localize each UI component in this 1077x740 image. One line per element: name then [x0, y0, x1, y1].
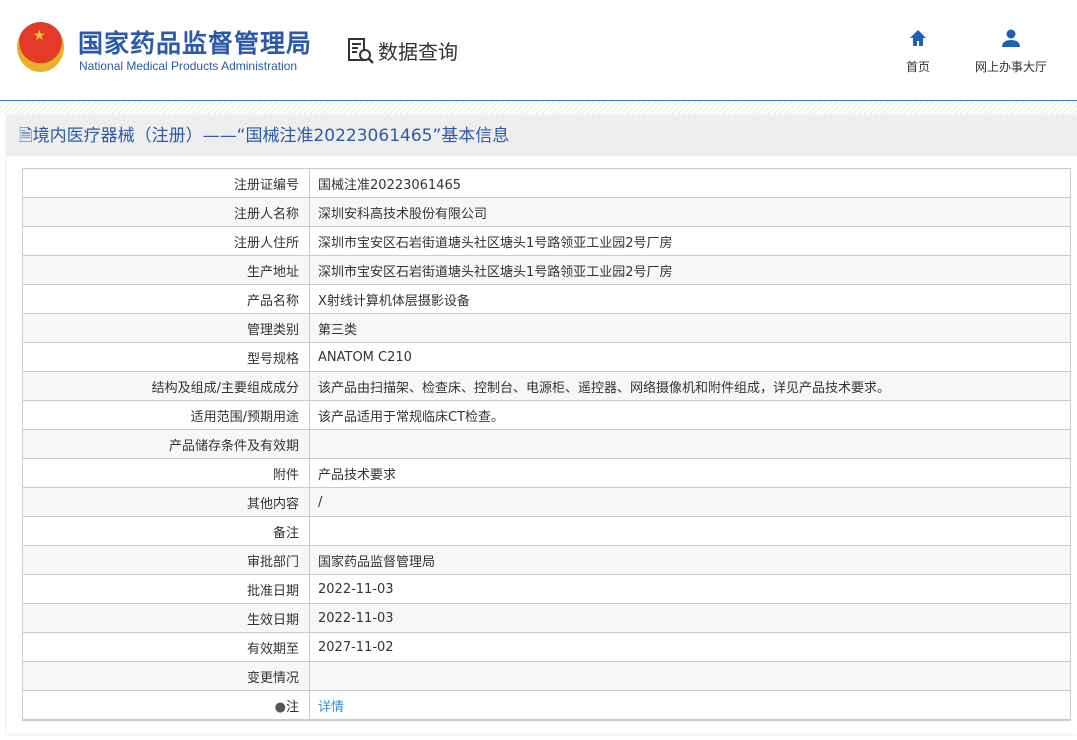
- row-value: X射线计算机体层摄影设备: [309, 284, 1071, 314]
- table-row: 附件 产品技术要求: [22, 458, 1071, 488]
- table-row: 生产地址 深圳市宝安区石岩街道塘头社区塘头1号路领亚工业园2号厂房: [22, 255, 1071, 285]
- data-query-heading: 数据查询: [347, 36, 458, 65]
- row-label: 注册人名称: [22, 197, 310, 227]
- note-label: 注: [285, 699, 299, 715]
- row-value: 2027-11-02: [309, 632, 1071, 662]
- document-icon: 🗎: [19, 126, 33, 146]
- nav-online-hall-label: 网上办事大厅: [975, 60, 1048, 74]
- row-value: 深圳市宝安区石岩街道塘头社区塘头1号路领亚工业园2号厂房: [309, 255, 1071, 285]
- divider-stripe: [0, 101, 1077, 115]
- table-row: 结构及组成/主要组成成分 该产品由扫描架、检查床、控制台、电源柜、遥控器、网络摄像…: [22, 371, 1071, 401]
- row-value: 深圳市宝安区石岩街道塘头社区塘头1号路领亚工业园2号厂房: [309, 226, 1071, 256]
- row-label: 注册证编号: [22, 168, 310, 198]
- row-value: [309, 661, 1071, 691]
- table-row: 型号规格 ANATOM C210: [22, 342, 1071, 372]
- national-emblem-logo: [17, 22, 64, 72]
- row-value: 该产品适用于常规临床CT检查。: [309, 400, 1071, 430]
- page-title: 🗎境内医疗器械（注册）——“国械注准20223061465”基本信息: [7, 116, 1077, 156]
- table-row: 审批部门 国家药品监督管理局: [22, 545, 1071, 575]
- page-title-text: 境内医疗器械（注册）——“国械注准20223061465”基本信息: [32, 126, 510, 146]
- row-label: 型号规格: [22, 342, 310, 372]
- home-icon: [910, 30, 926, 46]
- table-row: 其他内容 /: [22, 487, 1071, 517]
- org-name-en: National Medical Products Administration: [79, 59, 298, 73]
- details-link[interactable]: 详情: [318, 700, 344, 715]
- row-value: 国械注准20223061465: [309, 168, 1071, 198]
- row-label: 其他内容: [22, 487, 310, 517]
- row-label: ●注: [22, 690, 310, 721]
- row-label: 生效日期: [22, 603, 310, 633]
- org-name-cn: 国家药品监督管理局: [78, 29, 313, 58]
- detail-card: 🗎境内医疗器械（注册）——“国械注准20223061465”基本信息 注册证编号…: [7, 116, 1077, 734]
- row-value: 2022-11-03: [309, 574, 1071, 604]
- table-row: 备注: [22, 516, 1071, 546]
- row-label: 产品名称: [22, 284, 310, 314]
- row-value: 该产品由扫描架、检查床、控制台、电源柜、遥控器、网络摄像机和附件组成，详见产品技…: [309, 371, 1071, 401]
- nav-online-hall[interactable]: 网上办事大厅: [975, 28, 1047, 75]
- row-value: 深圳安科高技术股份有限公司: [309, 197, 1071, 227]
- table-row: 批准日期 2022-11-03: [22, 574, 1071, 604]
- row-value: /: [309, 487, 1071, 517]
- row-label: 备注: [22, 516, 310, 546]
- table-row: 适用范围/预期用途 该产品适用于常规临床CT检查。: [22, 400, 1071, 430]
- row-label: 产品储存条件及有效期: [22, 429, 310, 459]
- detail-table: 注册证编号 国械注准20223061465 注册人名称 深圳安科高技术股份有限公司 注册…: [22, 168, 1071, 721]
- table-row: 产品名称 X射线计算机体层摄影设备: [22, 284, 1071, 314]
- row-value: 第三类: [309, 313, 1071, 343]
- row-value: 2022-11-03: [309, 603, 1071, 633]
- user-icon: [1002, 29, 1020, 47]
- row-value: [309, 516, 1071, 546]
- row-label: 适用范围/预期用途: [22, 400, 310, 430]
- row-value: 国家药品监督管理局: [309, 545, 1071, 575]
- site-header: 国家药品监督管理局 National Medical Products Admi…: [0, 0, 1077, 101]
- table-row: 注册人名称 深圳安科高技术股份有限公司: [22, 197, 1071, 227]
- table-row: 有效期至 2027-11-02: [22, 632, 1071, 662]
- bulb-icon: ●: [274, 699, 286, 715]
- table-row-note: ●注 详情: [22, 690, 1071, 721]
- row-label: 有效期至: [22, 632, 310, 662]
- table-row: 管理类别 第三类: [22, 313, 1071, 343]
- row-label: 审批部门: [22, 545, 310, 575]
- table-row: 产品储存条件及有效期: [22, 429, 1071, 459]
- row-value: 产品技术要求: [309, 458, 1071, 488]
- section-title: 数据查询: [378, 40, 458, 64]
- row-label: 批准日期: [22, 574, 310, 604]
- row-label: 结构及组成/主要组成成分: [22, 371, 310, 401]
- nav-home-label: 首页: [906, 60, 931, 74]
- row-value: 详情: [309, 690, 1071, 721]
- nav-home[interactable]: 首页: [906, 28, 930, 75]
- row-value: [309, 429, 1071, 459]
- row-label: 管理类别: [22, 313, 310, 343]
- row-value: ANATOM C210: [309, 342, 1071, 372]
- row-label: 注册人住所: [22, 226, 310, 256]
- row-label: 生产地址: [22, 255, 310, 285]
- table-row: 变更情况: [22, 661, 1071, 691]
- row-label: 变更情况: [22, 661, 310, 691]
- table-row: 注册人住所 深圳市宝安区石岩街道塘头社区塘头1号路领亚工业园2号厂房: [22, 226, 1071, 256]
- table-row: 生效日期 2022-11-03: [22, 603, 1071, 633]
- row-label: 附件: [22, 458, 310, 488]
- document-search-icon: [348, 37, 374, 64]
- table-row: 注册证编号 国械注准20223061465: [22, 168, 1071, 198]
